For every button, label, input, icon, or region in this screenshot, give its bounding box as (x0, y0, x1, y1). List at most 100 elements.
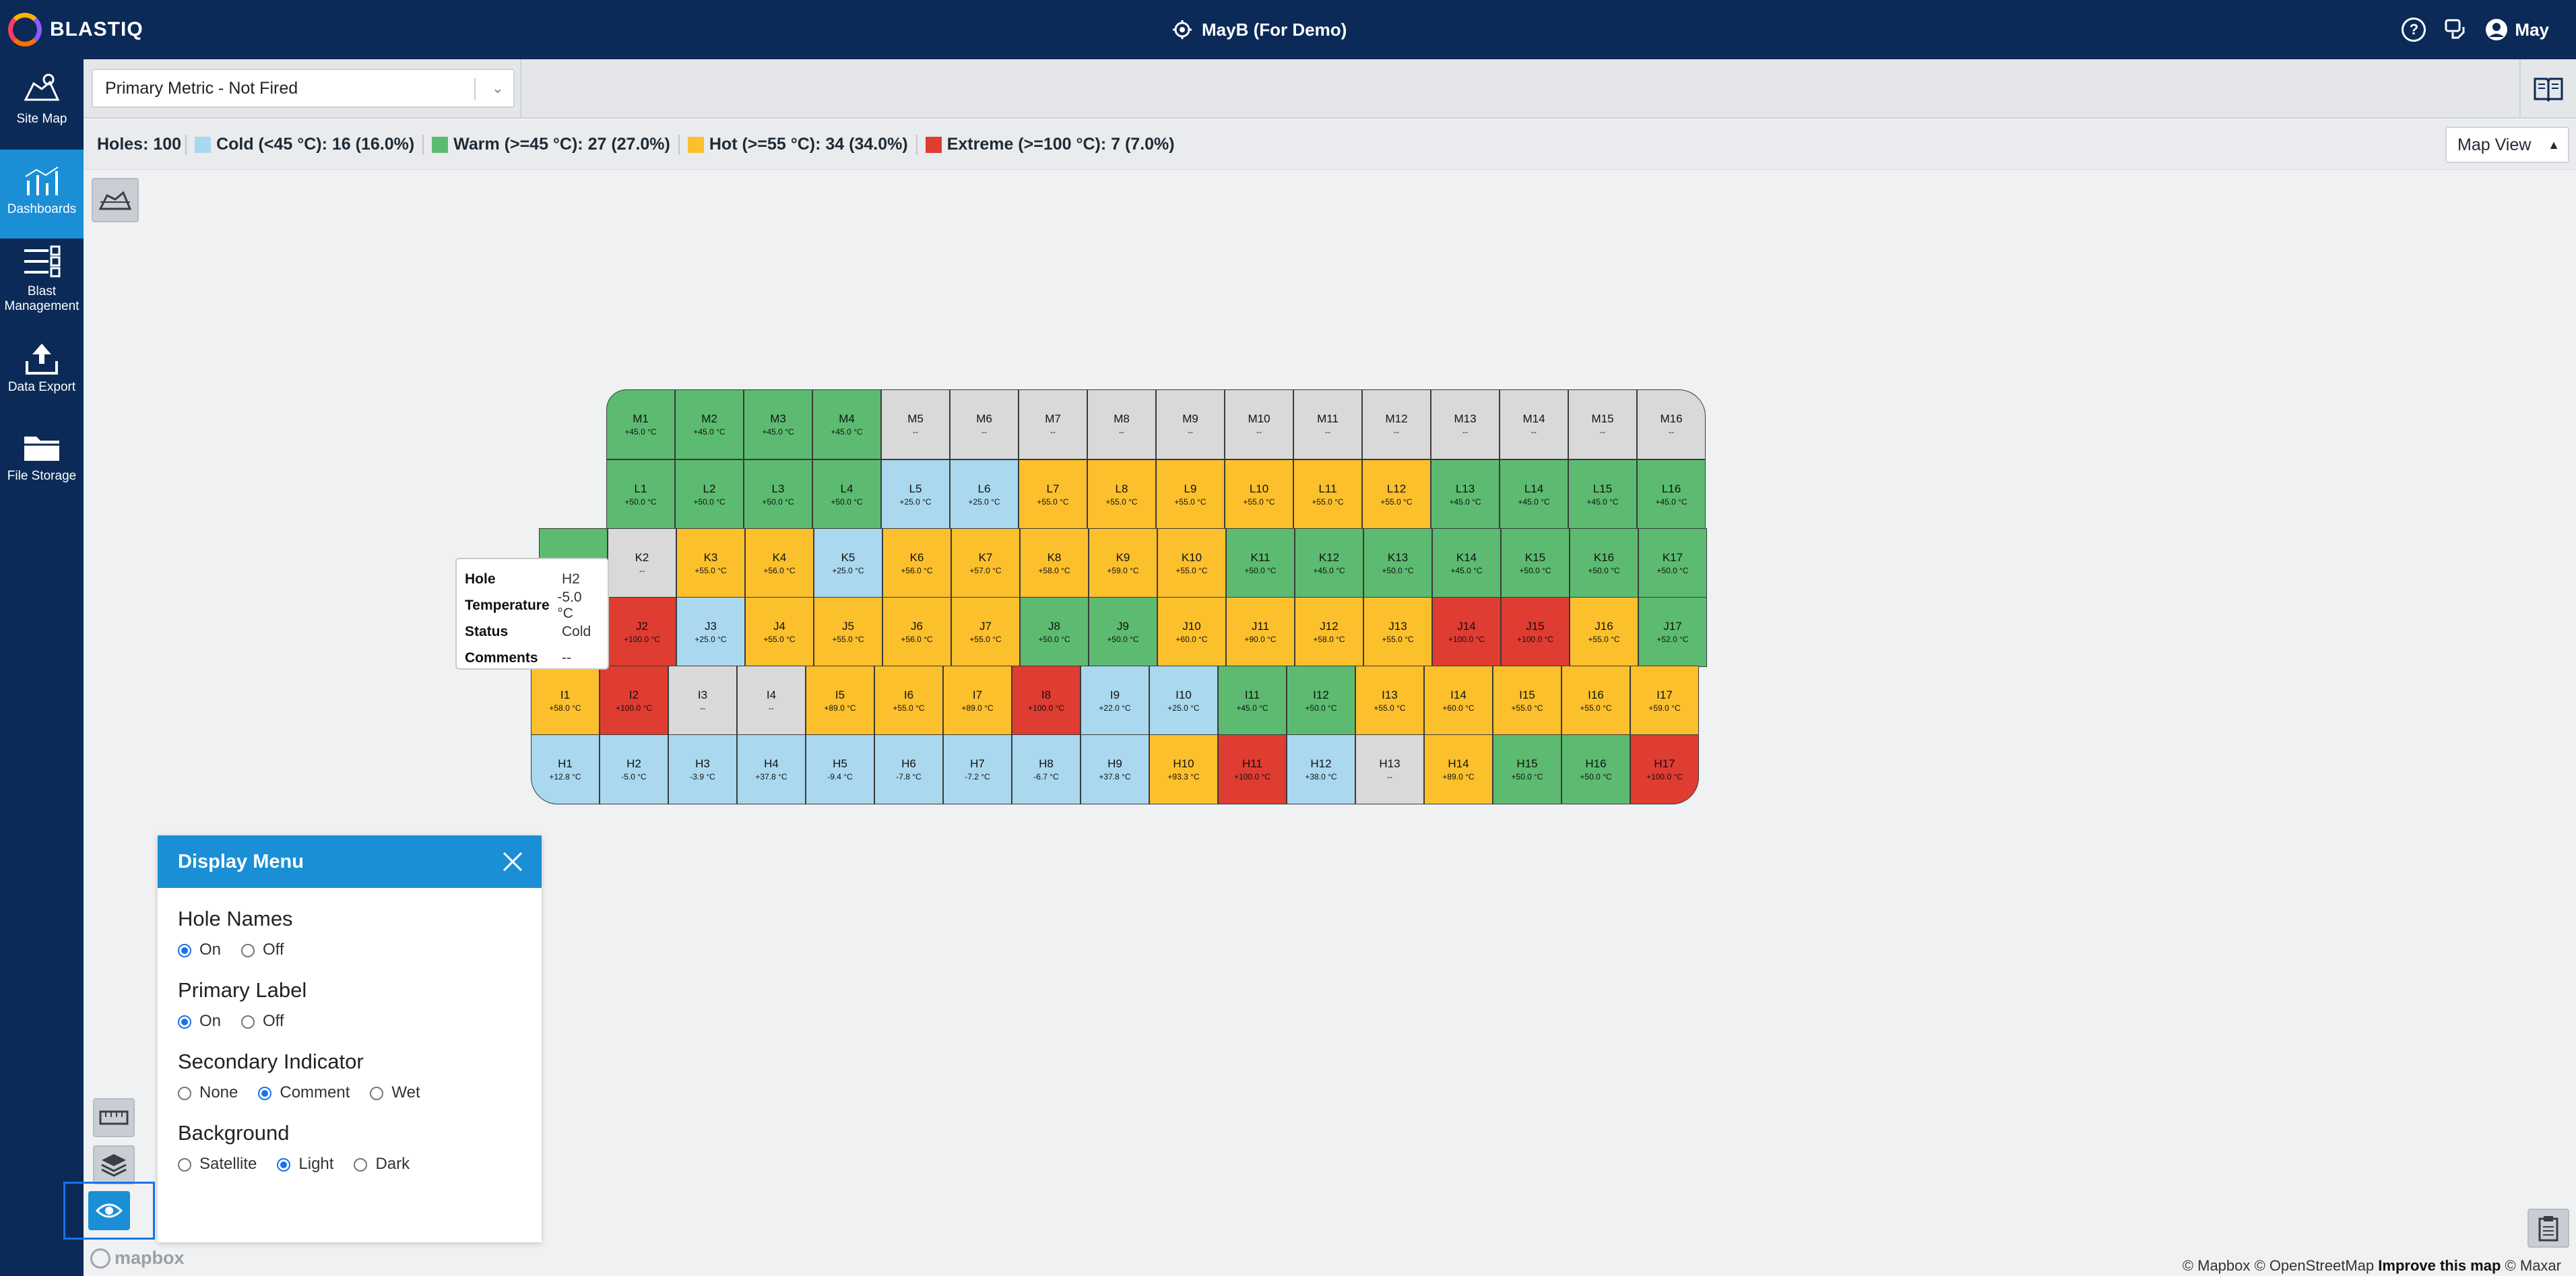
improve-map-link[interactable]: Improve this map (2378, 1257, 2501, 1274)
metric-select[interactable]: Primary Metric - Not Fired ⌄ (92, 69, 515, 108)
blast-hole-k13[interactable]: K13 +50.0 °C (1363, 528, 1432, 598)
blast-hole-k2[interactable]: K2 -- (608, 528, 676, 598)
blast-hole-m4[interactable]: M4 +45.0 °C (812, 389, 881, 459)
blast-hole-l4[interactable]: L4 +50.0 °C (812, 459, 881, 530)
blast-hole-h15[interactable]: H15 +50.0 °C (1493, 734, 1561, 804)
blast-hole-m5[interactable]: M5 -- (881, 389, 950, 459)
blast-hole-k7[interactable]: K7 +57.0 °C (951, 528, 1020, 598)
blast-hole-j10[interactable]: J10 +60.0 °C (1157, 597, 1226, 667)
blast-hole-i16[interactable]: I16 +55.0 °C (1561, 666, 1630, 736)
nav-file-storage[interactable]: File Storage (0, 430, 84, 504)
blast-hole-k8[interactable]: K8 +58.0 °C (1020, 528, 1089, 598)
nav-site-map[interactable]: Site Map (0, 73, 84, 154)
mapbox-logo[interactable]: mapbox (90, 1248, 185, 1269)
blast-hole-l16[interactable]: L16 +45.0 °C (1637, 459, 1706, 530)
blast-hole-k11[interactable]: K11 +50.0 °C (1226, 528, 1295, 598)
blast-hole-j11[interactable]: J11 +90.0 °C (1226, 597, 1295, 667)
blast-hole-l2[interactable]: L2 +50.0 °C (675, 459, 744, 530)
blast-hole-m9[interactable]: M9 -- (1156, 389, 1225, 459)
blast-hole-i5[interactable]: I5 +89.0 °C (806, 666, 874, 736)
support-icon[interactable] (2443, 18, 2468, 42)
blast-hole-l1[interactable]: L1 +50.0 °C (606, 459, 675, 530)
blast-hole-l9[interactable]: L9 +55.0 °C (1156, 459, 1225, 530)
blast-hole-m15[interactable]: M15 -- (1568, 389, 1637, 459)
open-book-button[interactable] (2519, 59, 2576, 119)
blast-hole-k12[interactable]: K12 +45.0 °C (1295, 528, 1363, 598)
blast-hole-i6[interactable]: I6 +55.0 °C (874, 666, 943, 736)
close-icon[interactable] (501, 850, 524, 873)
blast-hole-l3[interactable]: L3 +50.0 °C (744, 459, 812, 530)
blast-hole-j3[interactable]: J3 +25.0 °C (676, 597, 745, 667)
blast-hole-m6[interactable]: M6 -- (950, 389, 1019, 459)
clipboard-button[interactable] (2527, 1209, 2569, 1248)
secondary-none-radio[interactable]: None (178, 1083, 238, 1102)
blast-hole-j13[interactable]: J13 +55.0 °C (1363, 597, 1432, 667)
display-menu-toggle[interactable] (63, 1182, 155, 1240)
blast-hole-j8[interactable]: J8 +50.0 °C (1020, 597, 1089, 667)
blast-hole-h4[interactable]: H4 +37.8 °C (737, 734, 806, 804)
blast-hole-i7[interactable]: I7 +89.0 °C (943, 666, 1012, 736)
blast-hole-k16[interactable]: K16 +50.0 °C (1570, 528, 1638, 598)
blast-hole-l11[interactable]: L11 +55.0 °C (1293, 459, 1362, 530)
blast-hole-m8[interactable]: M8 -- (1087, 389, 1156, 459)
blast-hole-j7[interactable]: J7 +55.0 °C (951, 597, 1020, 667)
blast-hole-h17[interactable]: H17 +100.0 °C (1630, 734, 1699, 804)
app-logo[interactable]: BLASTIQ (8, 12, 143, 47)
blast-hole-j14[interactable]: J14 +100.0 °C (1432, 597, 1501, 667)
blast-hole-h1[interactable]: H1 +12.8 °C (531, 734, 600, 804)
blast-hole-i3[interactable]: I3 -- (668, 666, 737, 736)
blast-hole-i15[interactable]: I15 +55.0 °C (1493, 666, 1561, 736)
blast-hole-m1[interactable]: M1 +45.0 °C (606, 389, 675, 459)
blast-hole-h10[interactable]: H10 +93.3 °C (1149, 734, 1218, 804)
blast-hole-j16[interactable]: J16 +55.0 °C (1570, 597, 1638, 667)
blast-hole-i9[interactable]: I9 +22.0 °C (1081, 666, 1149, 736)
blast-hole-h2[interactable]: H2 -5.0 °C (600, 734, 668, 804)
blast-hole-k14[interactable]: K14 +45.0 °C (1432, 528, 1501, 598)
site-title[interactable]: MayB (For Demo) (1172, 15, 1347, 44)
blast-hole-m7[interactable]: M7 -- (1019, 389, 1087, 459)
blast-hole-h7[interactable]: H7 -7.2 °C (943, 734, 1012, 804)
blast-hole-h13[interactable]: H13 -- (1355, 734, 1424, 804)
blast-hole-l13[interactable]: L13 +45.0 °C (1431, 459, 1500, 530)
blast-hole-h9[interactable]: H9 +37.8 °C (1081, 734, 1149, 804)
nav-dashboards[interactable]: Dashboards (0, 150, 84, 238)
blast-hole-i14[interactable]: I14 +60.0 °C (1424, 666, 1493, 736)
blast-hole-i1[interactable]: I1 +58.0 °C (531, 666, 600, 736)
blast-hole-h5[interactable]: H5 -9.4 °C (806, 734, 874, 804)
blast-hole-l15[interactable]: L15 +45.0 °C (1568, 459, 1637, 530)
blast-hole-m13[interactable]: M13 -- (1431, 389, 1500, 459)
blast-hole-j5[interactable]: J5 +55.0 °C (814, 597, 882, 667)
blast-hole-m2[interactable]: M2 +45.0 °C (675, 389, 744, 459)
primary-label-off-radio[interactable]: Off (241, 1012, 284, 1031)
blast-hole-k5[interactable]: K5 +25.0 °C (814, 528, 882, 598)
blast-hole-j9[interactable]: J9 +50.0 °C (1089, 597, 1157, 667)
help-icon[interactable]: ? (2402, 18, 2426, 42)
blast-hole-i2[interactable]: I2 +100.0 °C (600, 666, 668, 736)
blast-hole-j12[interactable]: J12 +58.0 °C (1295, 597, 1363, 667)
blast-hole-l10[interactable]: L10 +55.0 °C (1225, 459, 1293, 530)
blast-hole-h6[interactable]: H6 -7.8 °C (874, 734, 943, 804)
nav-data-export[interactable]: Data Export (0, 341, 84, 415)
blast-hole-k15[interactable]: K15 +50.0 °C (1501, 528, 1570, 598)
primary-label-on-radio[interactable]: On (178, 1012, 221, 1031)
hole-names-off-radio[interactable]: Off (241, 940, 284, 959)
blast-hole-k4[interactable]: K4 +56.0 °C (745, 528, 814, 598)
blast-hole-i8[interactable]: I8 +100.0 °C (1012, 666, 1081, 736)
blast-hole-j6[interactable]: J6 +56.0 °C (882, 597, 951, 667)
blast-hole-m16[interactable]: M16 -- (1637, 389, 1706, 459)
blast-hole-l12[interactable]: L12 +55.0 °C (1362, 459, 1431, 530)
blast-hole-h12[interactable]: H12 +38.0 °C (1287, 734, 1355, 804)
blast-hole-k10[interactable]: K10 +55.0 °C (1157, 528, 1226, 598)
blast-hole-i13[interactable]: I13 +55.0 °C (1355, 666, 1424, 736)
blast-hole-i4[interactable]: I4 -- (737, 666, 806, 736)
blast-hole-j15[interactable]: J15 +100.0 °C (1501, 597, 1570, 667)
blast-hole-h11[interactable]: H11 +100.0 °C (1218, 734, 1287, 804)
background-light-radio[interactable]: Light (277, 1155, 333, 1174)
blast-hole-m10[interactable]: M10 -- (1225, 389, 1293, 459)
background-dark-radio[interactable]: Dark (354, 1155, 410, 1174)
blast-hole-k9[interactable]: K9 +59.0 °C (1089, 528, 1157, 598)
blast-hole-k3[interactable]: K3 +55.0 °C (676, 528, 745, 598)
blast-hole-j4[interactable]: J4 +55.0 °C (745, 597, 814, 667)
blast-hole-i10[interactable]: I10 +25.0 °C (1149, 666, 1218, 736)
layers-button[interactable] (93, 1145, 135, 1184)
